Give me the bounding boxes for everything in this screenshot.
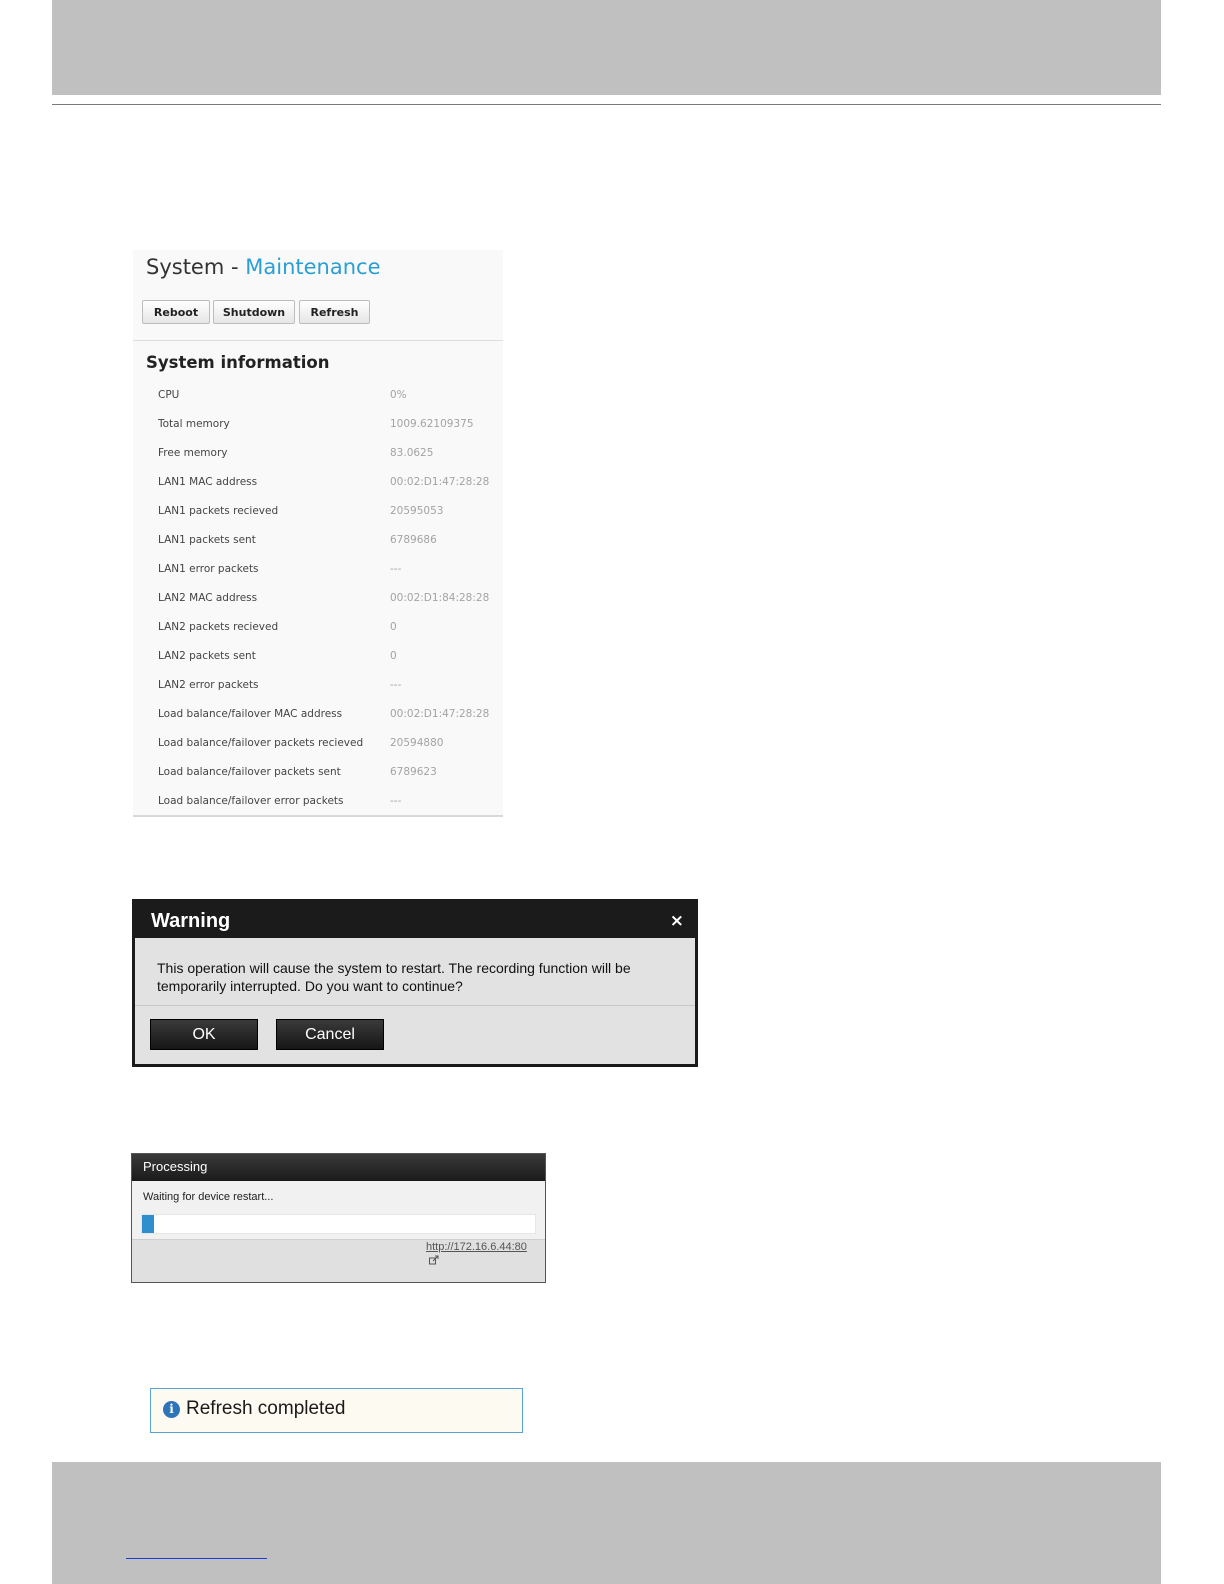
info-icon: i [163,1401,180,1418]
notice-text: Refresh completed [186,1398,346,1419]
refresh-completed-notice: i Refresh completed [150,1388,523,1433]
dialog-header: Processing [132,1154,545,1181]
external-link-icon[interactable] [429,1255,439,1265]
status-message: Waiting for device restart... [143,1191,274,1203]
header-divider [52,104,1161,105]
info-row-free-memory: Free memory 83.0625 [158,447,498,463]
dialog-divider [135,1005,695,1006]
info-value: 6789623 [390,766,437,778]
info-value: 1009.62109375 [390,418,474,430]
dialog-message: This operation will cause the system to … [157,960,631,994]
info-value: 20595053 [390,505,444,517]
maintenance-toolbar: Reboot Shutdown Refresh [133,294,503,341]
ok-button[interactable]: OK [150,1019,258,1050]
page-footer-band [52,1462,1161,1584]
system-information-heading: System information [146,353,330,372]
info-row-lan2-received: LAN2 packets recieved 0 [158,621,498,637]
info-value: 00:02:D1:84:28:28 [390,592,490,604]
shutdown-button[interactable]: Shutdown [213,300,295,324]
info-label: Free memory [158,447,228,459]
info-label: Load balance/failover packets recieved [158,737,364,749]
info-value: 0 [390,621,397,633]
title-prefix: System - [146,255,246,279]
device-url-link[interactable]: http://172.16.6.44:80 [426,1241,527,1253]
info-label: LAN1 packets recieved [158,505,279,517]
info-row-lb-received: Load balance/failover packets recieved 2… [158,737,498,753]
info-row-lb-sent: Load balance/failover packets sent 67896… [158,766,498,782]
info-label: LAN1 error packets [158,563,259,575]
info-label: LAN2 packets sent [158,650,256,662]
info-row-lan2-errors: LAN2 error packets --- [158,679,498,695]
progress-bar [141,1214,536,1234]
progress-fill [142,1215,154,1233]
info-value: --- [390,563,402,575]
info-label: Load balance/failover MAC address [158,708,343,720]
maintenance-panel: System - Maintenance Reboot Shutdown Ref… [133,250,503,817]
info-label: Load balance/failover packets sent [158,766,341,778]
info-value: 83.0625 [390,447,434,459]
refresh-button[interactable]: Refresh [299,300,370,324]
info-label: LAN2 MAC address [158,592,258,604]
info-label: CPU [158,389,180,401]
dialog-title: Processing [143,1159,208,1174]
cancel-button[interactable]: Cancel [276,1019,384,1050]
info-row-lan2-sent: LAN2 packets sent 0 [158,650,498,666]
info-row-lb-errors: Load balance/failover error packets --- [158,795,498,811]
info-row-lan1-received: LAN1 packets recieved 20595053 [158,505,498,521]
info-row-cpu: CPU 0% [158,389,498,405]
info-row-lan1-sent: LAN1 packets sent 6789686 [158,534,498,550]
info-label: Total memory [158,418,230,430]
info-row-lan2-mac: LAN2 MAC address 00:02:D1:84:28:28 [158,592,498,608]
info-row-lb-mac: Load balance/failover MAC address 00:02:… [158,708,498,724]
dialog-body: This operation will cause the system to … [135,938,695,1064]
info-label: Load balance/failover error packets [158,795,344,807]
info-value: 20594880 [390,737,444,749]
processing-dialog: Processing Waiting for device restart...… [131,1153,546,1283]
dialog-body: Waiting for device restart... [132,1181,545,1240]
page-title: System - Maintenance [146,255,381,279]
info-value: 00:02:D1:47:28:28 [390,476,490,488]
info-row-lan1-mac: LAN1 MAC address 00:02:D1:47:28:28 [158,476,498,492]
footer-link-underline[interactable] [126,1558,267,1559]
title-accent: Maintenance [245,255,381,279]
info-value: 00:02:D1:47:28:28 [390,708,490,720]
reboot-button[interactable]: Reboot [142,300,210,324]
info-value: --- [390,679,402,691]
info-label: LAN1 MAC address [158,476,258,488]
info-value: 6789686 [390,534,437,546]
info-label: LAN2 error packets [158,679,259,691]
info-value: --- [390,795,402,807]
info-row-lan1-errors: LAN1 error packets --- [158,563,498,579]
warning-dialog: Warning × This operation will cause the … [132,899,698,1067]
page-header-band [52,0,1161,95]
info-value: 0 [390,650,397,662]
close-icon[interactable]: × [670,911,684,931]
dialog-title: Warning [151,910,231,932]
info-row-total-memory: Total memory 1009.62109375 [158,418,498,434]
info-label: LAN2 packets recieved [158,621,279,633]
info-label: LAN1 packets sent [158,534,256,546]
info-value: 0% [390,389,407,401]
